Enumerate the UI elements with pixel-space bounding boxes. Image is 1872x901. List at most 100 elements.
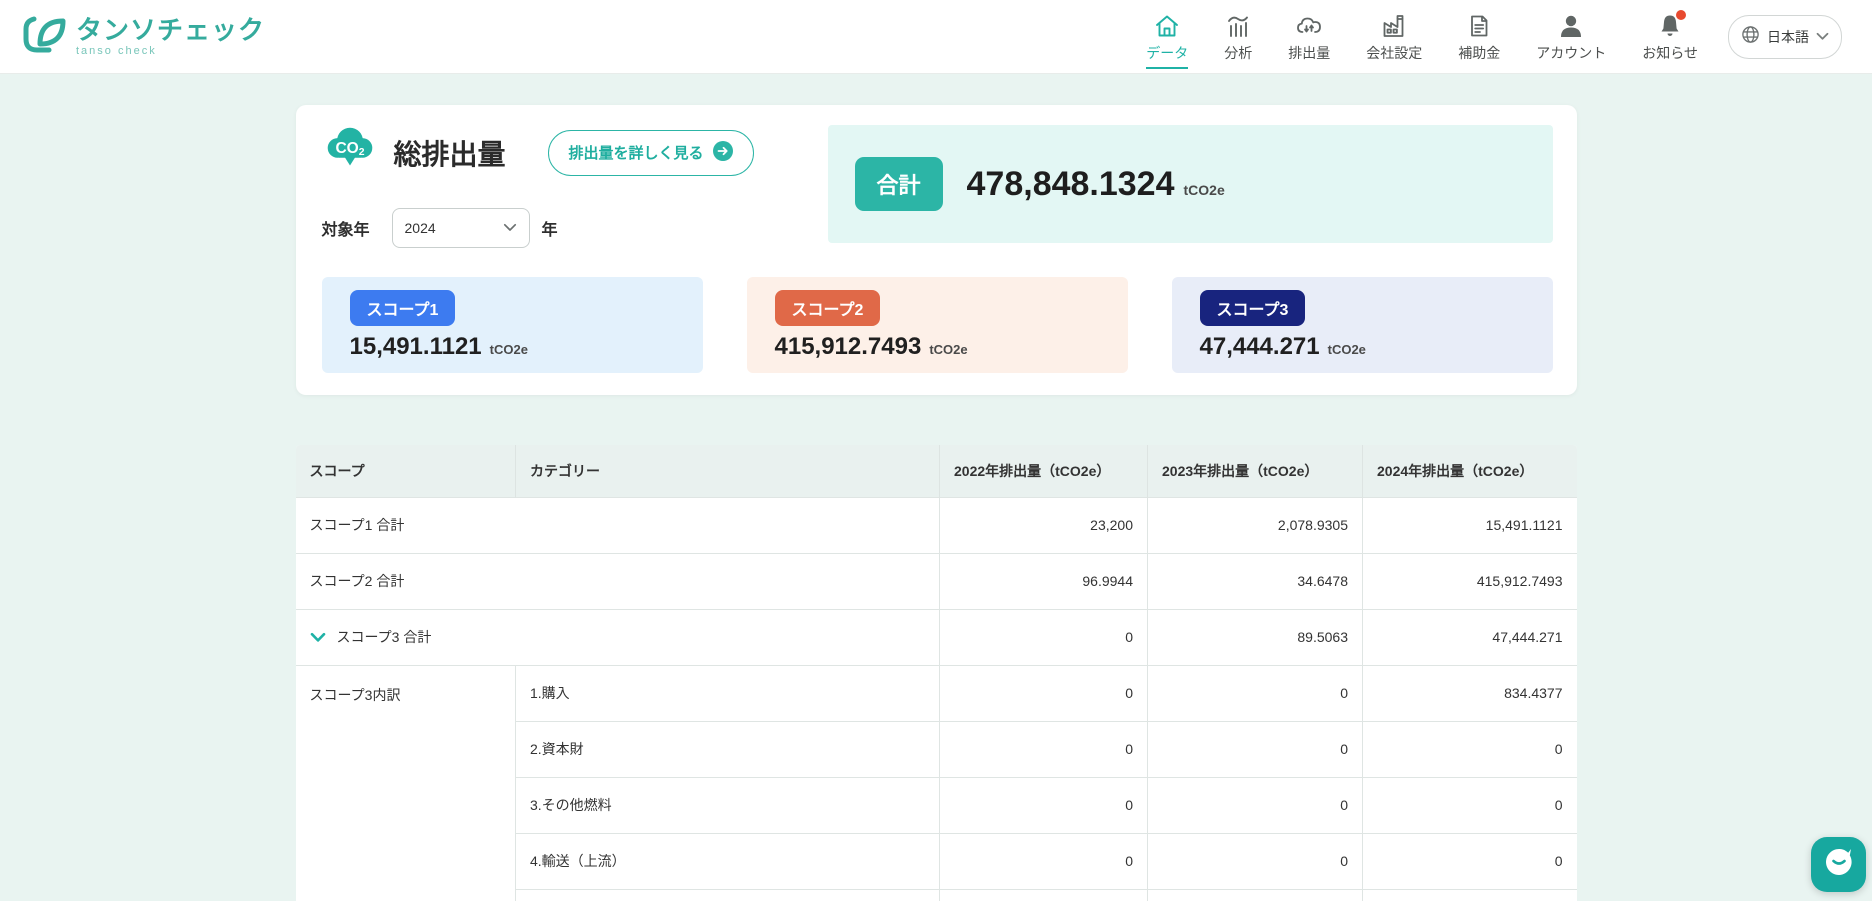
col-header-2023: 2023年排出量（tCO2e）: [1148, 445, 1363, 497]
page-title: 総排出量: [394, 133, 506, 173]
col-header-2024: 2024年排出量（tCO2e）: [1363, 445, 1577, 497]
nav-item-subsidy[interactable]: 補助金: [1458, 4, 1500, 69]
value-2022: 0: [940, 665, 1148, 721]
row-label: スコープ2 合計: [296, 553, 940, 609]
value-2024: 834.4377: [1363, 665, 1577, 721]
brand-subtitle: tanso check: [76, 45, 265, 57]
nav-label: 排出量: [1288, 43, 1330, 69]
total-value: 478,848.1324: [967, 165, 1175, 204]
scope-cards: スコープ1 15,491.1121 tCO2e スコープ2 415,912.74…: [322, 277, 1553, 373]
value-2023: 34.6478: [1148, 553, 1363, 609]
table-row-breakdown-1: スコープ3内訳 1.購入 0 0 834.4377: [296, 665, 1577, 721]
chat-bubble-icon: [1823, 846, 1855, 883]
main-content: CO2 総排出量 排出量を詳しく見る 対象年 2024: [296, 105, 1577, 901]
nav-label: 補助金: [1458, 43, 1500, 69]
brand-logo[interactable]: タンソチェック tanso check: [18, 10, 265, 63]
home-icon: [1154, 12, 1180, 40]
scope2-card: スコープ2 415,912.7493 tCO2e: [747, 277, 1128, 373]
nav-item-company-settings[interactable]: 会社設定: [1366, 4, 1422, 69]
value-2022: 0: [940, 777, 1148, 833]
scope1-unit: tCO2e: [490, 342, 528, 357]
col-header-category: カテゴリー: [516, 445, 940, 497]
value-2024: 47,444.271: [1363, 609, 1577, 665]
nav-item-news[interactable]: お知らせ: [1642, 4, 1698, 69]
main-nav: データ 分析 排出量: [1146, 4, 1698, 69]
scope3-unit: tCO2e: [1328, 342, 1366, 357]
year-suffix-label: 年: [542, 216, 558, 240]
category-label: 4.輸送（上流）: [516, 833, 940, 889]
analytics-chart-icon: [1225, 12, 1251, 40]
language-selector[interactable]: 日本語: [1728, 15, 1842, 59]
total-badge: 合計: [855, 157, 943, 211]
category-label: 3.その他燃料: [516, 777, 940, 833]
value-2022: 96.9944: [940, 553, 1148, 609]
scope2-value: 415,912.7493: [775, 333, 922, 361]
target-year-label: 対象年: [322, 216, 370, 240]
value-2023: 0: [1148, 833, 1363, 889]
table-row-scope2-total: スコープ2 合計 96.9944 34.6478 415,912.7493: [296, 553, 1577, 609]
nav-item-emissions[interactable]: 排出量: [1288, 4, 1330, 69]
scope3-expand-chevron-icon[interactable]: [310, 632, 326, 643]
globe-icon: [1741, 25, 1760, 49]
chevron-down-icon: [503, 219, 517, 237]
value-2022: 0: [940, 721, 1148, 777]
scope3-breakdown-label: スコープ3内訳: [296, 665, 516, 901]
total-panel: 合計 478,848.1324 tCO2e: [828, 125, 1553, 243]
value-2024: 0: [1363, 721, 1577, 777]
notification-dot: [1676, 10, 1686, 20]
scope3-badge: スコープ3: [1200, 290, 1306, 326]
value-2023: 89.5063: [1148, 609, 1363, 665]
value-2022: 0: [940, 609, 1148, 665]
nav-item-analytics[interactable]: 分析: [1224, 4, 1252, 69]
subsidy-document-icon: [1467, 12, 1491, 40]
app-header: タンソチェック tanso check データ 分析: [0, 0, 1872, 74]
year-select-value: 2024: [405, 220, 436, 236]
scope3-value: 47,444.271: [1200, 333, 1320, 361]
scope1-value: 15,491.1121: [350, 333, 482, 361]
notification-bell-icon: [1658, 12, 1682, 40]
category-label: 1.購入: [516, 665, 940, 721]
account-person-icon: [1558, 12, 1584, 40]
nav-label: アカウント: [1536, 43, 1606, 69]
emissions-table: スコープ カテゴリー 2022年排出量（tCO2e） 2023年排出量（tCO2…: [296, 445, 1577, 901]
scope2-unit: tCO2e: [929, 342, 967, 357]
factory-icon: [1381, 12, 1407, 40]
co2-cloud-icon: CO2: [322, 125, 378, 180]
table-row-scope1-total: スコープ1 合計 23,200 2,078.9305 15,491.1121: [296, 497, 1577, 553]
value-2024: 15,491.1121: [1363, 497, 1577, 553]
scope2-badge: スコープ2: [775, 290, 881, 326]
value-2022: 23,200: [940, 497, 1148, 553]
nav-label: 分析: [1224, 43, 1252, 69]
nav-label: 会社設定: [1366, 43, 1422, 69]
value-2023: 2,078.9305: [1148, 497, 1363, 553]
col-header-2022: 2022年排出量（tCO2e）: [940, 445, 1148, 497]
value-2023: 0: [1148, 777, 1363, 833]
brand-name: タンソチェック: [76, 16, 265, 45]
value-2023: 0: [1148, 721, 1363, 777]
nav-label: お知らせ: [1642, 43, 1698, 69]
nav-item-data[interactable]: データ: [1146, 4, 1188, 69]
value-2023: 0: [1148, 665, 1363, 721]
table-header-row: スコープ カテゴリー 2022年排出量（tCO2e） 2023年排出量（tCO2…: [296, 445, 1577, 497]
arrow-right-circle-icon: [713, 141, 733, 165]
value-2022: 0: [940, 833, 1148, 889]
nav-item-account[interactable]: アカウント: [1536, 4, 1606, 69]
value-2024: 415,912.7493: [1363, 553, 1577, 609]
value-2024: 0: [1363, 833, 1577, 889]
total-unit: tCO2e: [1184, 182, 1225, 198]
nav-label: データ: [1146, 43, 1188, 69]
view-emissions-detail-button[interactable]: 排出量を詳しく見る: [548, 130, 754, 176]
scope1-badge: スコープ1: [350, 290, 456, 326]
language-label: 日本語: [1767, 27, 1809, 47]
chevron-down-icon: [1816, 28, 1829, 46]
col-header-scope: スコープ: [296, 445, 516, 497]
emissions-cloud-icon: [1295, 12, 1323, 40]
brand-logo-icon: [18, 10, 66, 63]
table-row-scope3-total: スコープ3 合計 0 89.5063 47,444.271: [296, 609, 1577, 665]
scope1-card: スコープ1 15,491.1121 tCO2e: [322, 277, 703, 373]
year-select[interactable]: 2024: [392, 208, 530, 248]
value-2024: 0: [1363, 777, 1577, 833]
chat-widget-button[interactable]: [1811, 837, 1866, 892]
total-emissions-card: CO2 総排出量 排出量を詳しく見る 対象年 2024: [296, 105, 1577, 395]
row-label: スコープ1 合計: [296, 497, 940, 553]
